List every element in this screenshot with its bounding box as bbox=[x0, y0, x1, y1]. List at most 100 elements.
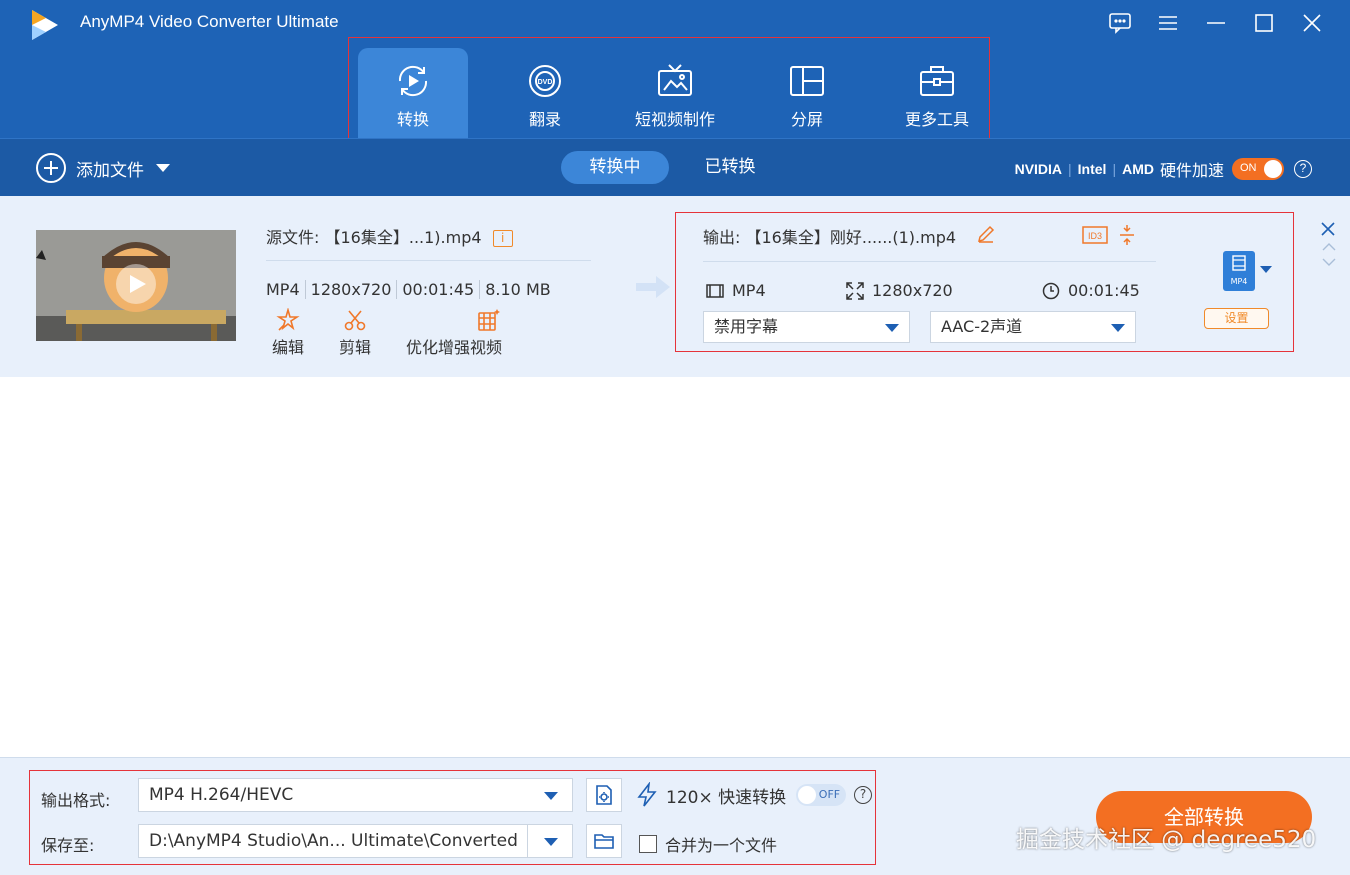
output-format-value: MP4 bbox=[732, 281, 766, 300]
add-file-button[interactable]: 添加文件 bbox=[36, 153, 170, 183]
nav-highlight-box bbox=[348, 37, 990, 142]
subtitle-dropdown[interactable]: 禁用字幕 bbox=[703, 311, 910, 343]
source-meta: MP4 1280x720 00:01:45 8.10 MB bbox=[266, 280, 551, 299]
app-title: AnyMP4 Video Converter Ultimate bbox=[80, 12, 339, 31]
settings-button[interactable]: 设置 bbox=[1204, 308, 1269, 329]
edit-label: 编辑 bbox=[272, 338, 305, 357]
output-file: 输出: 【16集全】刚好......(1).mp4 bbox=[703, 224, 956, 248]
menu-icon[interactable] bbox=[1144, 8, 1192, 38]
hardware-acceleration: NVIDIA | Intel | AMD 硬件加速 ON ? bbox=[1015, 157, 1312, 181]
format-settings-button[interactable] bbox=[586, 778, 622, 812]
add-file-dropdown-icon[interactable] bbox=[156, 164, 170, 172]
audio-value: AAC-2声道 bbox=[941, 317, 1023, 336]
source-size: 8.10 MB bbox=[479, 280, 551, 299]
sub-toolbar: 添加文件 转换中 已转换 NVIDIA | Intel | AMD 硬件加速 O… bbox=[0, 138, 1350, 196]
edit-button[interactable]: 编辑 bbox=[272, 308, 304, 358]
enhance-label: 优化增强视频 bbox=[406, 338, 503, 357]
cut-button[interactable]: 剪辑 bbox=[339, 308, 371, 358]
close-icon[interactable] bbox=[1288, 8, 1336, 38]
svg-text:ID3: ID3 bbox=[1088, 231, 1102, 241]
chevron-down-icon bbox=[544, 838, 558, 846]
help-icon[interactable]: ? bbox=[1294, 160, 1312, 178]
minimize-icon[interactable] bbox=[1192, 8, 1240, 38]
merge-option[interactable]: 合并为一个文件 bbox=[639, 832, 777, 856]
output-format: MP4 bbox=[706, 281, 766, 300]
file-settings-icon bbox=[596, 785, 612, 805]
add-icon bbox=[36, 153, 66, 183]
divider bbox=[266, 260, 591, 261]
save-to-label: 保存至: bbox=[41, 836, 95, 855]
move-up-icon[interactable] bbox=[1322, 242, 1336, 252]
tab-converting[interactable]: 转换中 bbox=[561, 151, 669, 184]
output-file-label: 输出: bbox=[703, 228, 741, 247]
move-down-icon[interactable] bbox=[1322, 257, 1336, 267]
output-resolution-value: 1280x720 bbox=[872, 281, 953, 300]
output-format-label: 输出格式: bbox=[41, 791, 111, 810]
cut-label: 剪辑 bbox=[339, 338, 372, 357]
fast-convert-toggle-label: OFF bbox=[818, 788, 841, 801]
subtitle-value: 禁用字幕 bbox=[714, 317, 779, 336]
output-format-dropdown[interactable]: MP4 H.264/HEVC bbox=[138, 778, 573, 812]
merge-checkbox[interactable] bbox=[639, 835, 657, 853]
hw-accel-toggle-label: ON bbox=[1240, 162, 1257, 174]
window-controls bbox=[1096, 8, 1336, 38]
app-logo-icon bbox=[32, 10, 58, 40]
intel-label: Intel bbox=[1077, 161, 1107, 177]
feedback-icon[interactable] bbox=[1096, 8, 1144, 38]
maximize-icon[interactable] bbox=[1240, 8, 1288, 38]
arrow-right-icon bbox=[636, 276, 670, 298]
save-path-dropdown[interactable]: D:\AnyMP4 Studio\An... Ultimate\Converte… bbox=[138, 824, 573, 858]
film-icon bbox=[706, 283, 724, 298]
amd-label: AMD bbox=[1122, 161, 1154, 177]
open-folder-button[interactable] bbox=[586, 824, 622, 858]
bottom-bar: 输出格式: MP4 H.264/HEVC 120× 快速转换 OFF ? 保存至… bbox=[0, 757, 1350, 875]
tab-converted[interactable]: 已转换 bbox=[690, 151, 770, 184]
expand-icon bbox=[846, 281, 864, 300]
output-format-dropdown-value: MP4 H.264/HEVC bbox=[149, 785, 294, 805]
chevron-down-icon bbox=[1111, 324, 1125, 332]
source-format: MP4 bbox=[266, 280, 300, 299]
source-duration: 00:01:45 bbox=[396, 280, 474, 299]
top-bar: AnyMP4 Video Converter Ultimate 转换 DVD 翻… bbox=[0, 0, 1350, 142]
divider bbox=[703, 261, 1156, 262]
add-file-label: 添加文件 bbox=[76, 160, 144, 181]
enhance-button[interactable]: 优化增强视频 bbox=[406, 308, 502, 358]
output-format-button[interactable]: MP4 bbox=[1223, 251, 1255, 291]
save-path-value: D:\AnyMP4 Studio\An... Ultimate\Converte… bbox=[149, 831, 518, 851]
merge-label: 合并为一个文件 bbox=[665, 836, 778, 855]
fast-convert: 120× 快速转换 OFF ? bbox=[634, 782, 873, 808]
lightning-icon bbox=[637, 782, 657, 807]
hw-accel-label: 硬件加速 bbox=[1159, 161, 1224, 180]
source-file-label: 源文件: bbox=[266, 228, 320, 247]
watermark-text: 掘金技术社区 @ degree520 bbox=[1016, 827, 1317, 853]
compress-icon[interactable] bbox=[1118, 224, 1136, 246]
help-icon[interactable]: ? bbox=[854, 786, 873, 804]
format-badge-label: MP4 bbox=[1230, 277, 1248, 286]
fast-convert-toggle[interactable]: OFF bbox=[796, 784, 847, 806]
remove-item-icon[interactable] bbox=[1321, 222, 1335, 236]
magic-star-icon bbox=[276, 308, 300, 331]
id3-tag-icon[interactable]: ID3 bbox=[1082, 225, 1108, 245]
output-file-name: 【16集全】刚好......(1).mp4 bbox=[745, 228, 957, 247]
info-icon[interactable]: i bbox=[492, 230, 513, 247]
enhance-icon bbox=[478, 309, 500, 331]
source-file: 源文件: 【16集全】...1).mp4 i bbox=[266, 224, 513, 248]
video-thumbnail[interactable] bbox=[36, 230, 236, 341]
format-dropdown-icon[interactable] bbox=[1260, 266, 1272, 273]
video-file-icon bbox=[1232, 255, 1246, 271]
file-row: 源文件: 【16集全】...1).mp4 i MP4 1280x720 00:0… bbox=[0, 196, 1350, 377]
chevron-down-icon bbox=[544, 792, 558, 800]
folder-icon bbox=[594, 834, 614, 849]
fast-convert-label: 120× 快速转换 bbox=[666, 787, 787, 808]
hw-accel-toggle[interactable]: ON bbox=[1232, 158, 1284, 180]
clock-icon bbox=[1042, 282, 1060, 299]
scissors-icon bbox=[344, 310, 366, 331]
output-resolution: 1280x720 bbox=[846, 281, 953, 300]
chevron-down-icon bbox=[885, 324, 899, 332]
nvidia-label: NVIDIA bbox=[1014, 161, 1063, 177]
source-file-name: 【16集全】...1).mp4 bbox=[324, 228, 482, 247]
output-duration: 00:01:45 bbox=[1042, 281, 1140, 300]
rename-pencil-icon[interactable] bbox=[976, 224, 996, 244]
audio-dropdown[interactable]: AAC-2声道 bbox=[930, 311, 1136, 343]
output-duration-value: 00:01:45 bbox=[1068, 281, 1140, 300]
